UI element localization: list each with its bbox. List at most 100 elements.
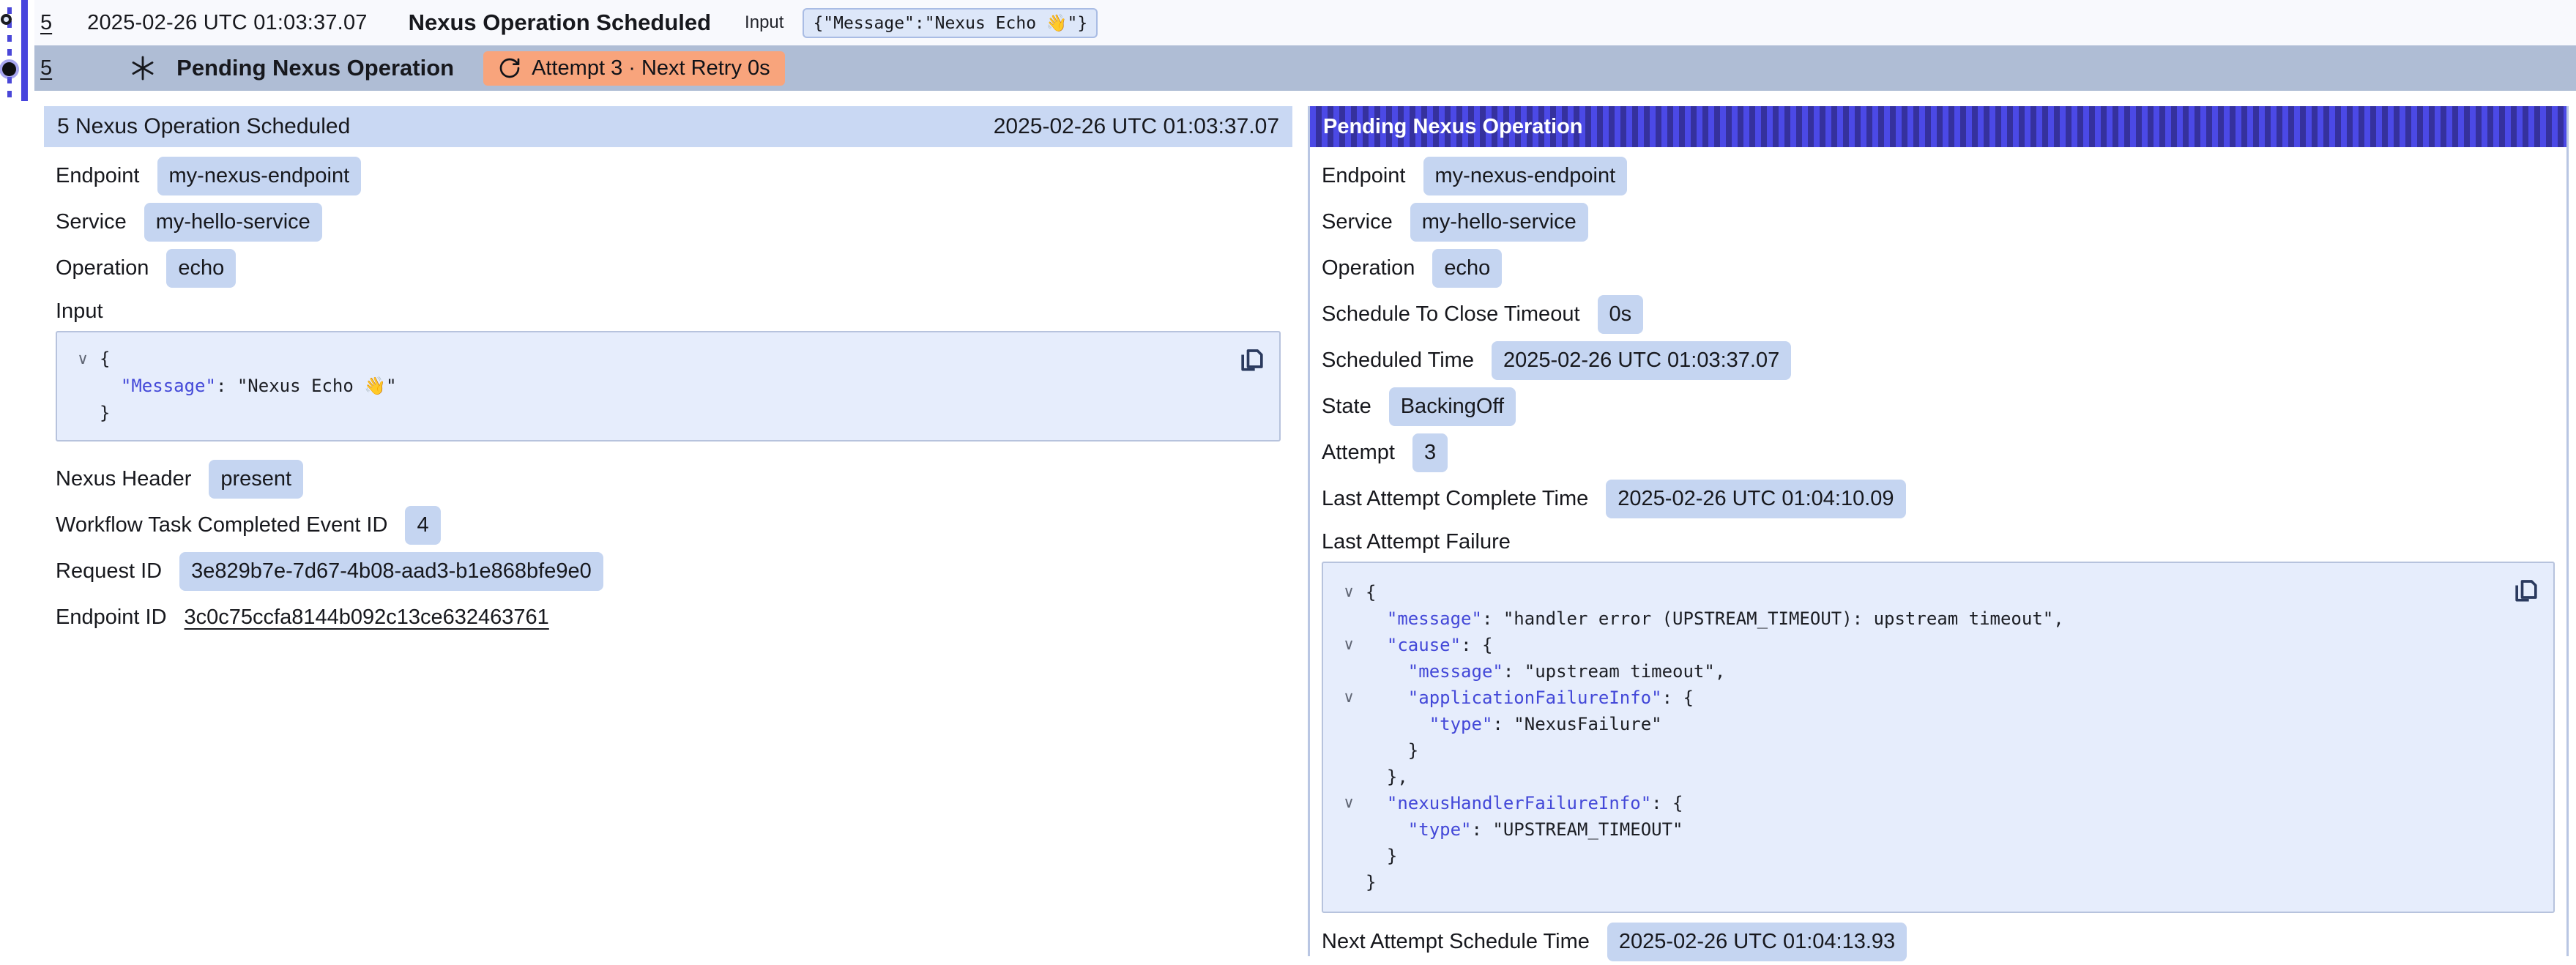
code-line: "message": "handler error (UPSTREAM_TIME… — [1332, 606, 2502, 632]
pending-panel-title: Pending Nexus Operation — [1323, 115, 1583, 139]
field-label: Request ID — [56, 559, 162, 584]
field-value-badge: my-hello-service — [144, 203, 322, 242]
field-operation: Operation echo — [1322, 245, 2555, 291]
field-workflow-task-completed-event-id: Workflow Task Completed Event ID 4 — [56, 502, 1281, 548]
field-label: Service — [1322, 210, 1393, 234]
code-text: "message": "handler error (UPSTREAM_TIME… — [1366, 606, 2064, 632]
code-line: "type": "UPSTREAM_TIMEOUT" — [1332, 816, 2502, 843]
field-nexus-header: Nexus Header present — [56, 456, 1281, 502]
field-label: Workflow Task Completed Event ID — [56, 513, 387, 537]
field-service: Service my-hello-service — [56, 199, 1281, 245]
code-text: "nexusHandlerFailureInfo": { — [1366, 790, 1683, 816]
field-value-badge: echo — [1432, 249, 1502, 288]
field-operation: Operation echo — [56, 245, 1281, 291]
field-value-badge: 4 — [405, 506, 440, 545]
field-scheduled-time: Scheduled Time 2025-02-26 UTC 01:03:37.0… — [1322, 338, 2555, 384]
field-state: State BackingOff — [1322, 384, 2555, 430]
code-line: ∨{ — [1332, 579, 2502, 606]
code-line: } — [66, 400, 1228, 427]
copy-button[interactable] — [1235, 341, 1269, 378]
code-gutter — [1332, 843, 1366, 869]
last-attempt-failure-json-codeblock: ∨{ "message": "handler error (UPSTREAM_T… — [1322, 562, 2555, 913]
code-gutter — [1332, 606, 1366, 632]
code-line: ∨ "nexusHandlerFailureInfo": { — [1332, 790, 2502, 816]
code-line: } — [1332, 869, 2502, 895]
field-label: Last Attempt Failure — [1322, 530, 1511, 554]
code-gutter — [1332, 711, 1366, 737]
field-value-badge: echo — [166, 249, 236, 288]
event-input-value-chip: {"Message":"Nexus Echo 👋"} — [803, 8, 1098, 38]
attempt-retry-badge: Attempt 3 · Next Retry 0s — [483, 51, 785, 86]
state-badge: BackingOff — [1389, 387, 1516, 426]
field-endpoint: Endpoint my-nexus-endpoint — [1322, 153, 2555, 199]
event-id-link[interactable]: 5 — [40, 56, 52, 81]
event-row-nexus-operation-scheduled[interactable]: 5 2025-02-26 UTC 01:03:37.07 Nexus Opera… — [34, 0, 2576, 45]
code-text: } — [100, 400, 110, 427]
event-title: Nexus Operation Scheduled — [409, 10, 711, 36]
field-label: Scheduled Time — [1322, 349, 1474, 373]
chevron-down-icon[interactable]: ∨ — [66, 346, 100, 373]
field-label: Input — [56, 299, 103, 324]
field-last-attempt-failure-label: Last Attempt Failure — [1322, 522, 2555, 560]
timeline-active-bar — [21, 0, 28, 101]
endpoint-id-link[interactable]: 3c0c75ccfa8144b092c13ce632463761 — [185, 606, 549, 630]
field-label: Attempt — [1322, 441, 1395, 465]
scheduled-panel-title: 5 Nexus Operation Scheduled — [57, 114, 350, 139]
code-text: "type": "UPSTREAM_TIMEOUT" — [1366, 816, 1683, 843]
code-gutter — [66, 400, 100, 427]
chevron-down-icon[interactable]: ∨ — [1332, 685, 1366, 711]
input-json-codeblock: ∨{ "Message": "Nexus Echo 👋"} — [56, 331, 1281, 441]
pending-operation-title: Pending Nexus Operation — [176, 55, 454, 81]
field-label: Operation — [56, 256, 149, 280]
field-schedule-to-close-timeout: Schedule To Close Timeout 0s — [1322, 291, 2555, 338]
event-timestamp: 2025-02-26 UTC 01:03:37.07 — [87, 11, 367, 35]
code-gutter — [1332, 658, 1366, 685]
retry-arrow-icon — [498, 56, 521, 80]
code-gutter — [1332, 816, 1366, 843]
pending-panel-fields: Endpoint my-nexus-endpoint Service my-he… — [1310, 147, 2566, 965]
field-value-badge: present — [209, 460, 303, 499]
code-text: } — [1366, 843, 1397, 869]
copy-button[interactable] — [2509, 572, 2543, 608]
code-line: } — [1332, 843, 2502, 869]
code-gutter — [1332, 737, 1366, 764]
event-node-circle-icon — [1, 14, 12, 25]
field-label: Endpoint — [1322, 164, 1406, 188]
field-label: Nexus Header — [56, 467, 191, 491]
field-service: Service my-hello-service — [1322, 199, 2555, 245]
field-value-badge: 2025-02-26 UTC 01:04:10.09 — [1606, 480, 1905, 518]
field-value-badge: 3 — [1412, 433, 1448, 472]
pending-operation-detail-panel: Pending Nexus Operation Endpoint my-nexu… — [1308, 106, 2569, 956]
event-timeline-gutter — [0, 0, 34, 101]
code-text: "applicationFailureInfo": { — [1366, 685, 1694, 711]
field-label: Last Attempt Complete Time — [1322, 487, 1588, 511]
field-value-badge: my-nexus-endpoint — [1423, 157, 1628, 195]
code-line: "message": "upstream timeout", — [1332, 658, 2502, 685]
field-value-badge: my-nexus-endpoint — [157, 157, 362, 195]
field-request-id: Request ID 3e829b7e-7d67-4b08-aad3-b1e86… — [56, 548, 1281, 595]
field-value-badge: 3e829b7e-7d67-4b08-aad3-b1e868bfe9e0 — [179, 552, 603, 591]
event-id-link[interactable]: 5 — [40, 11, 52, 35]
code-text: "Message": "Nexus Echo 👋" — [100, 373, 397, 400]
copy-icon — [1236, 341, 1268, 376]
field-last-attempt-complete-time: Last Attempt Complete Time 2025-02-26 UT… — [1322, 476, 2555, 522]
code-text: "type": "NexusFailure" — [1366, 711, 1662, 737]
code-line: ∨ "applicationFailureInfo": { — [1332, 685, 2502, 711]
nexus-event-detail-page: { "event_rows": { "scheduled": { "id": "… — [0, 0, 2576, 956]
field-label: Operation — [1322, 256, 1415, 280]
event-node-dot-icon — [2, 62, 16, 76]
attempt-retry-text: Attempt 3 · Next Retry 0s — [532, 56, 770, 81]
field-value-badge: my-hello-service — [1410, 203, 1588, 242]
scheduled-event-detail-panel: 5 Nexus Operation Scheduled 2025-02-26 U… — [44, 106, 1292, 641]
code-text: } — [1366, 737, 1418, 764]
event-row-pending-nexus-operation[interactable]: 5 Pending Nexus Operation Attempt 3 · Ne… — [34, 45, 2576, 91]
chevron-down-icon[interactable]: ∨ — [1332, 790, 1366, 816]
chevron-down-icon[interactable]: ∨ — [1332, 632, 1366, 658]
field-label: Endpoint — [56, 164, 140, 188]
code-text: { — [100, 346, 110, 373]
code-text: "message": "upstream timeout", — [1366, 658, 1725, 685]
scheduled-panel-header: 5 Nexus Operation Scheduled 2025-02-26 U… — [44, 106, 1292, 147]
chevron-down-icon[interactable]: ∨ — [1332, 579, 1366, 606]
copy-icon — [2510, 572, 2542, 607]
field-endpoint: Endpoint my-nexus-endpoint — [56, 153, 1281, 199]
